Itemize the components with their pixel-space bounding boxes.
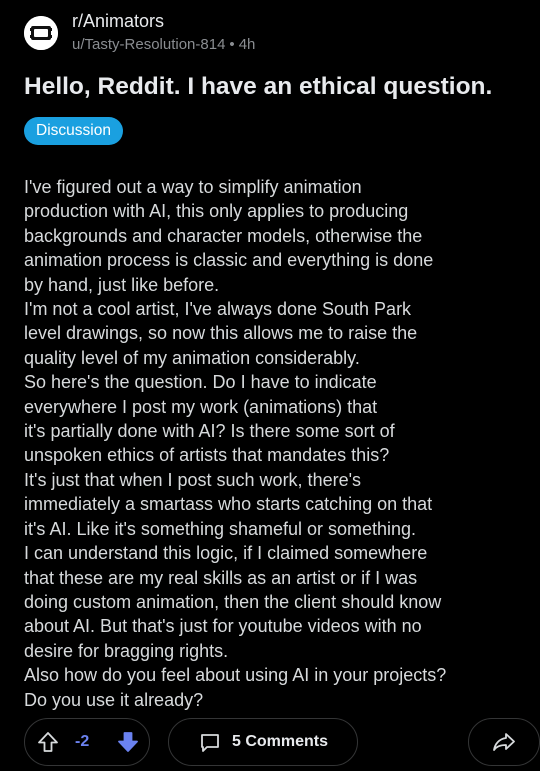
- post-body-line: Do you use it already?: [24, 689, 204, 710]
- post-body-line: unspoken ethics of artists that mandates…: [24, 445, 390, 466]
- subreddit-logo-icon: [24, 15, 58, 50]
- comments-count-label: 5 Comments: [231, 733, 329, 750]
- post-body-line: desire for bragging rights.: [24, 640, 229, 661]
- share-button[interactable]: [468, 718, 540, 766]
- share-arrow-icon: [491, 730, 517, 754]
- post-body-line: I've figured out a way to simplify anima…: [24, 177, 362, 197]
- post-meta: u/Tasty-Resolution-814 • 4h: [72, 35, 255, 55]
- post-body: I've figured out a way to simplify anima…: [24, 175, 524, 712]
- post-body-line: by hand, just like before.: [24, 274, 220, 295]
- post-body-line: I'm not a cool artist, I've always done …: [24, 299, 412, 320]
- post-body-line: immediately a smartass who starts catchi…: [24, 494, 433, 515]
- post-body-line: everywhere I post my work (animations) t…: [24, 396, 378, 417]
- vote-bar: -2: [24, 718, 150, 766]
- subreddit-avatar[interactable]: [24, 15, 58, 50]
- post-body-line: it's AI. Like it's something shameful or…: [24, 518, 417, 539]
- post-body-line: Also how do you feel about using AI in y…: [24, 665, 447, 686]
- arrow-down-filled-icon: [118, 732, 138, 752]
- post-actions: -2 5 Comments: [24, 718, 540, 768]
- upvote-button[interactable]: [36, 730, 60, 754]
- post-body-line: I can understand this logic, if I claime…: [24, 543, 428, 564]
- post-body-line: quality level of my animation considerab…: [24, 347, 360, 368]
- downvote-button[interactable]: [116, 730, 140, 754]
- post-title[interactable]: Hello, Reddit. I have an ethical questio…: [24, 70, 524, 104]
- post-body-line: It's just that when I post such work, th…: [24, 469, 362, 490]
- post-flair[interactable]: Discussion: [24, 117, 123, 145]
- subreddit-name[interactable]: r/Animators: [72, 10, 255, 32]
- post-body-line: level drawings, so now this allows me to…: [24, 323, 418, 344]
- vote-score: -2: [75, 733, 90, 750]
- meta-separator: •: [229, 36, 235, 53]
- post-body-line: So here's the question. Do I have to ind…: [24, 372, 377, 393]
- post-body-line: that these are my real skills as an arti…: [24, 567, 418, 588]
- comments-button[interactable]: 5 Comments: [168, 718, 358, 766]
- author-name[interactable]: u/Tasty-Resolution-814: [72, 36, 225, 53]
- post-body-line: animation process is classic and everyth…: [24, 250, 434, 271]
- speech-bubble-icon: [198, 730, 222, 754]
- post-age: 4h: [238, 36, 256, 53]
- post-body-line: doing custom animation, then the client …: [24, 591, 442, 612]
- post-header: r/Animators u/Tasty-Resolution-814 • 4h: [24, 10, 255, 55]
- post-body-line: about AI. But that's just for youtube vi…: [24, 616, 422, 637]
- post-body-line: production with AI, this only applies to…: [24, 201, 409, 222]
- post-body-line: it's partially done with AI? Is there so…: [24, 421, 395, 442]
- post-body-line: backgrounds and character models, otherw…: [24, 225, 423, 246]
- arrow-up-outline-icon: [38, 732, 58, 752]
